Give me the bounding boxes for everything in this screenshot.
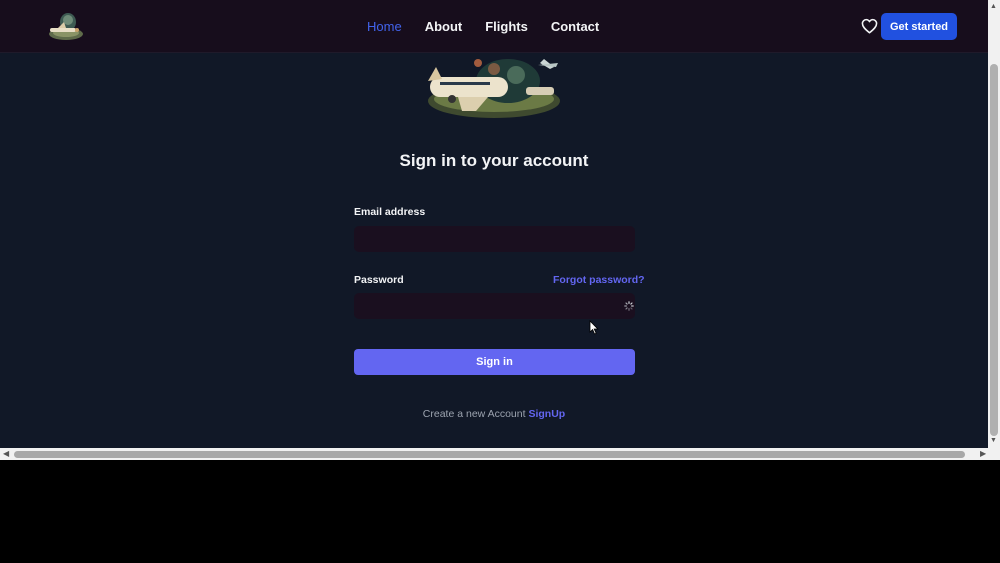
logo-icon[interactable]: [44, 10, 86, 42]
nav-links: Home About Flights Contact: [367, 0, 622, 53]
page: Home About Flights Contact Get started S…: [0, 0, 988, 448]
mouse-cursor-icon: [589, 320, 599, 335]
loading-spinner-icon: [624, 301, 634, 311]
signup-link[interactable]: SignUp: [528, 408, 565, 420]
password-label: Password: [354, 274, 404, 286]
vertical-scrollbar[interactable]: ▲ ▼: [988, 0, 1000, 448]
vertical-scroll-thumb[interactable]: [990, 64, 998, 436]
email-field[interactable]: [354, 226, 635, 252]
nav-link-home[interactable]: Home: [367, 19, 402, 34]
navbar: Home About Flights Contact Get started: [0, 0, 988, 53]
signup-prompt: Create a new Account SignUp: [0, 408, 988, 420]
horizontal-scroll-thumb[interactable]: [14, 451, 965, 458]
get-started-button[interactable]: Get started: [881, 13, 957, 40]
nav-link-flights[interactable]: Flights: [485, 19, 528, 34]
browser-viewport: Home About Flights Contact Get started S…: [0, 0, 1000, 460]
heart-icon[interactable]: [861, 18, 878, 34]
scroll-down-arrow-icon[interactable]: ▼: [990, 437, 997, 445]
signup-prompt-text: Create a new Account: [422, 408, 526, 420]
password-field[interactable]: [354, 293, 635, 319]
scroll-left-arrow-icon[interactable]: ◀: [3, 449, 9, 458]
scroll-right-arrow-icon[interactable]: ▶: [980, 449, 986, 458]
scroll-up-arrow-icon[interactable]: ▲: [990, 3, 997, 11]
horizontal-scrollbar[interactable]: ◀ ▶: [0, 448, 1000, 460]
email-label: Email address: [354, 206, 426, 218]
nav-link-about[interactable]: About: [425, 19, 463, 34]
sign-in-button[interactable]: Sign in: [354, 349, 635, 375]
hero-airplane-image: [428, 59, 560, 118]
forgot-password-link[interactable]: Forgot password?: [553, 274, 645, 286]
page-title: Sign in to your account: [399, 151, 589, 170]
nav-link-contact[interactable]: Contact: [551, 19, 599, 34]
